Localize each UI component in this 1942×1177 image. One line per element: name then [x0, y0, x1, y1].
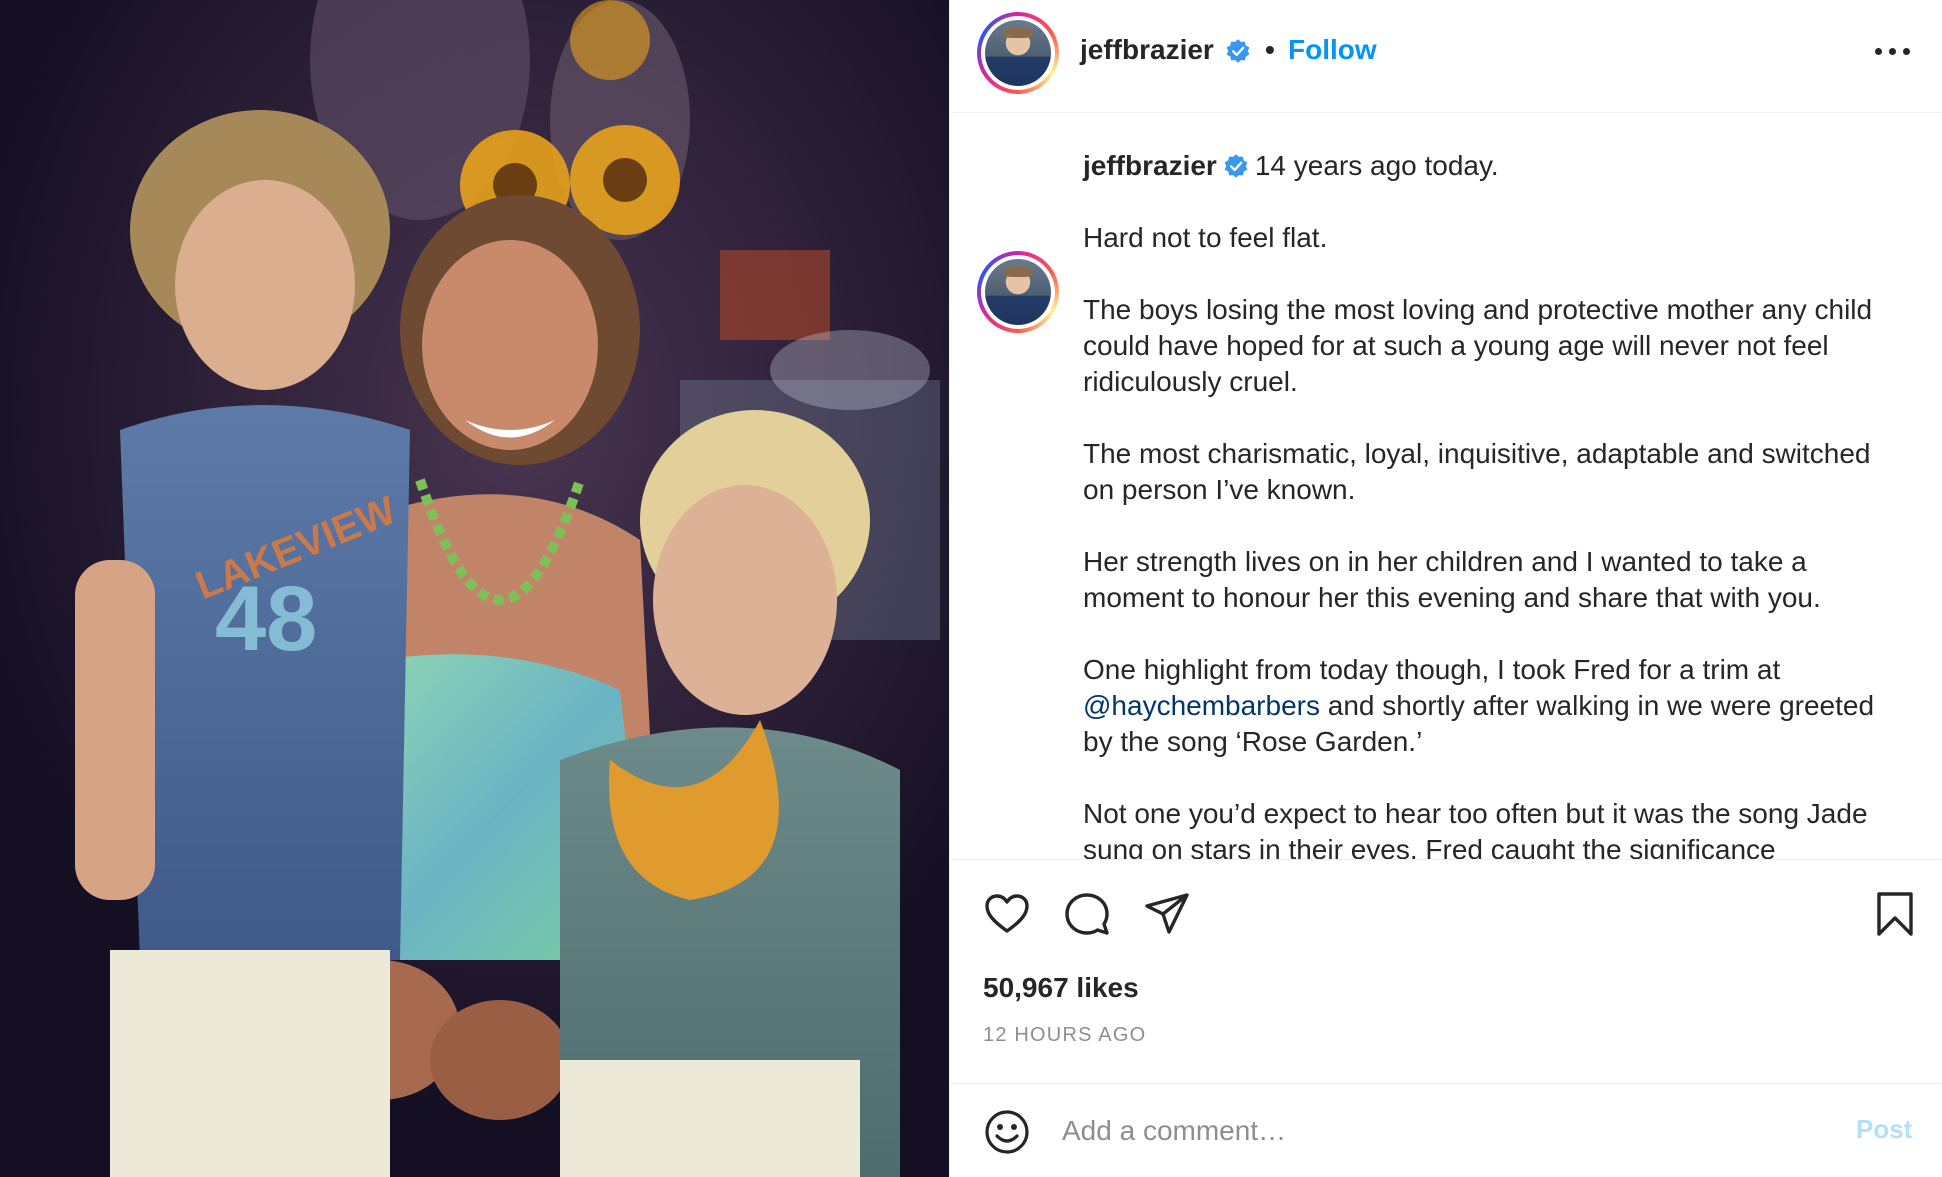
caption-paragraph: Not one you’d expect to hear too often b… — [1083, 798, 1868, 860]
comment-bar: Post — [950, 1083, 1942, 1177]
likes-count[interactable]: 50,967 likes — [983, 972, 1139, 1004]
post-timestamp[interactable]: 12 HOURS AGO — [983, 1024, 1146, 1047]
post-photo[interactable]: 48 LAKEVIEW — [0, 0, 949, 1177]
verified-badge-icon — [1226, 39, 1250, 63]
follow-button[interactable]: Follow — [1288, 34, 1377, 66]
smiley-icon[interactable] — [983, 1108, 1031, 1156]
photo-illustration: 48 LAKEVIEW — [0, 0, 949, 1177]
heart-icon[interactable] — [983, 890, 1031, 938]
caption-author-avatar[interactable] — [977, 251, 1059, 333]
caption-paragraph: Hard not to feel flat. — [1083, 222, 1328, 253]
verified-badge-icon — [1224, 154, 1248, 178]
caption-first-line: jeffbrazier 14 years ago today. — [1083, 148, 1499, 184]
highlight-text-before: One highlight from today though, I took … — [1083, 654, 1781, 685]
avatar-image — [985, 259, 1051, 325]
comment-icon[interactable] — [1063, 890, 1111, 938]
post-comment-button[interactable]: Post — [1856, 1114, 1912, 1145]
mention-link[interactable]: @haychembarbers — [1083, 690, 1320, 721]
post-header: jeffbrazier • Follow — [950, 0, 1942, 113]
caption-paragraph: The most charismatic, loyal, inquisitive… — [1083, 438, 1871, 505]
header-separator: • — [1265, 34, 1275, 65]
caption-paragraph: The boys losing the most loving and prot… — [1083, 294, 1873, 397]
caption-author-username[interactable]: jeffbrazier — [1083, 150, 1217, 181]
author-avatar[interactable] — [977, 12, 1059, 94]
caption-area[interactable]: jeffbrazier 14 years ago today. Hard not… — [950, 114, 1942, 860]
paper-plane-icon[interactable] — [1143, 890, 1191, 938]
more-options-icon[interactable] — [1875, 48, 1911, 56]
post-actions: 50,967 likes 12 HOURS AGO — [950, 860, 1942, 1080]
comment-input[interactable] — [1062, 1106, 1762, 1156]
post-detail-panel: jeffbrazier • Follow jeffbrazier 14 year… — [949, 0, 1942, 1177]
caption-opening-text: 14 years ago today. — [1254, 150, 1499, 181]
caption-paragraph: Her strength lives on in her children an… — [1083, 546, 1821, 613]
bookmark-icon[interactable] — [1871, 890, 1919, 938]
caption-body: Hard not to feel flat. The boys losing t… — [1083, 220, 1903, 860]
author-username[interactable]: jeffbrazier — [1080, 34, 1214, 66]
avatar-image — [985, 20, 1051, 86]
caption-paragraph-highlight: One highlight from today though, I took … — [1083, 652, 1903, 760]
